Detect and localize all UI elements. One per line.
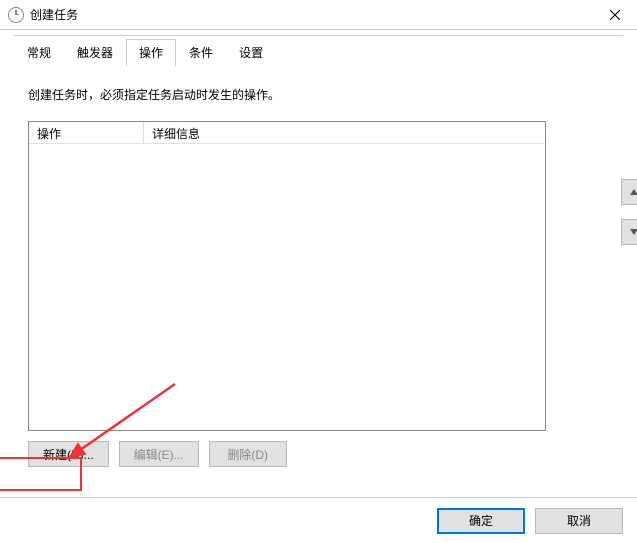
tab-settings[interactable]: 设置 [226, 39, 276, 66]
title-bar: 创建任务 [0, 0, 637, 30]
new-button[interactable]: 新建(N)... [28, 441, 109, 467]
tab-underline [14, 35, 623, 36]
panel-description: 创建任务时，必须指定任务启动时发生的操作。 [28, 86, 609, 103]
actions-table[interactable]: 操作 详细信息 [28, 121, 546, 431]
table-header: 操作 详细信息 [29, 122, 545, 144]
clock-icon [8, 7, 24, 23]
tab-actions[interactable]: 操作 [126, 39, 176, 66]
column-action[interactable]: 操作 [29, 122, 144, 143]
tab-general[interactable]: 常规 [14, 39, 64, 66]
tab-triggers[interactable]: 触发器 [64, 39, 126, 66]
actions-panel: 创建任务时，必须指定任务启动时发生的操作。 操作 详细信息 新建(N)... 编… [0, 66, 637, 497]
triangle-down-icon [630, 229, 637, 235]
move-up-button[interactable] [621, 179, 637, 205]
ok-button[interactable]: 确定 [437, 508, 525, 534]
close-button[interactable] [592, 0, 637, 30]
move-down-button[interactable] [621, 219, 637, 245]
triangle-up-icon [630, 189, 637, 195]
edit-button[interactable]: 编辑(E)... [119, 441, 199, 467]
window-title: 创建任务 [30, 6, 78, 23]
column-details[interactable]: 详细信息 [144, 122, 545, 143]
close-icon [610, 10, 620, 20]
dialog-footer: 确定 取消 [0, 497, 637, 543]
cancel-button[interactable]: 取消 [535, 508, 623, 534]
tab-conditions[interactable]: 条件 [176, 39, 226, 66]
delete-button[interactable]: 删除(D) [209, 441, 287, 467]
